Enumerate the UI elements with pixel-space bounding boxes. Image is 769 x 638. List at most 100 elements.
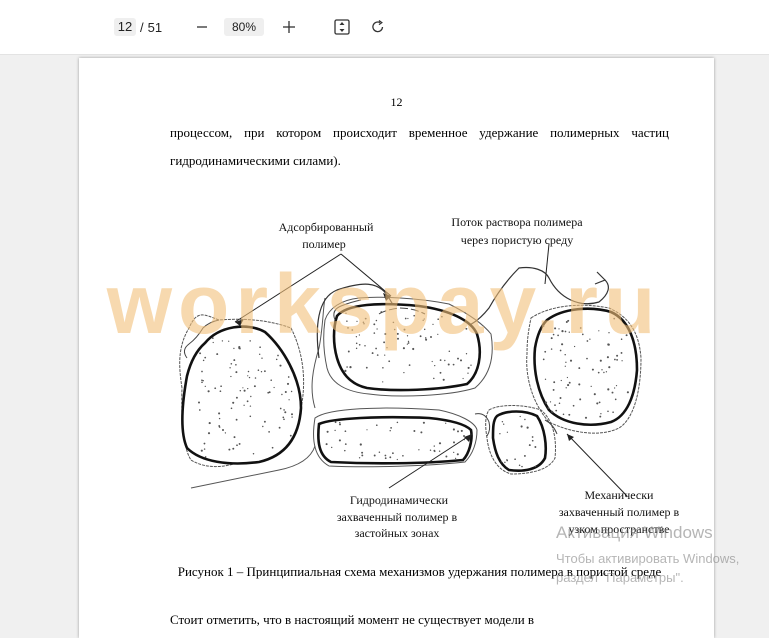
fit-page-button[interactable] [330,15,354,39]
figure-polymer-retention: Адсорбированный полимер Поток раствора п… [179,215,680,540]
grain-dot [362,321,365,324]
grain-dot [388,360,391,363]
grain-dot [202,359,205,362]
grain-dot [603,371,605,374]
grain-dot [291,416,293,418]
grain-dot [620,338,623,340]
grain-dot [441,315,443,318]
grain-dot [288,399,290,401]
grain-dot [460,429,463,432]
grain-dot [528,444,531,447]
grain-dot [344,449,346,452]
page-separator: / [140,19,144,35]
grain-dot [235,396,238,399]
grain-dot [462,377,464,380]
grain-dot [365,366,368,369]
grain-dot [434,364,436,367]
zoom-out-button[interactable] [190,15,214,39]
grain-dot [248,376,251,379]
grain-dot [243,404,245,406]
grain-dot [544,350,547,353]
grain-dot [359,443,362,446]
grain-dot [281,393,283,396]
grain-dot [616,354,619,357]
grain-dot [200,449,203,452]
grain-dot [506,459,509,462]
grain-dot [199,352,202,355]
grain-dot [565,361,567,363]
grain-dot [578,367,581,370]
grain-dot [201,370,203,373]
grain-dot [396,458,398,461]
grain-dot [422,421,425,424]
grain-dot [233,359,236,362]
grain-dot [289,434,292,437]
grain-dot [358,343,361,346]
grain-dot [392,321,395,324]
grain-dot [218,412,221,415]
grain-dot [355,342,358,345]
rotate-button[interactable] [366,15,390,39]
grain-dot [431,360,433,363]
grain-dot [551,410,554,413]
grain-dot [599,415,602,418]
grain-dot [376,354,379,356]
grain-dot [607,343,610,346]
grain-dot [404,317,407,320]
grain-dot [235,364,237,366]
grain-dot [263,420,266,423]
grain-dot [434,450,436,453]
grain-dot [290,390,293,393]
grain-dot [402,347,405,350]
grain-dot [402,454,404,457]
zoom-level[interactable]: 80% [224,18,265,36]
grain-dot [423,318,425,320]
grain-dot [564,330,567,333]
grain-dot [584,416,588,419]
grain-dot [373,332,376,334]
grain-dot [273,386,275,389]
minus-icon [197,26,207,28]
grain-dot [239,389,242,392]
grain-dot [424,337,427,339]
grain-dot [526,426,529,429]
grain-dot [326,430,329,433]
grain-dot [375,347,377,350]
grain-dot [407,340,410,343]
grain-dot [346,320,348,322]
grain-dot [608,366,611,369]
page-number-input[interactable]: 12 [114,18,136,36]
grain-dot [361,451,364,454]
grain-dot [559,397,562,399]
grain-dot [232,401,235,404]
grain-dot [504,461,506,464]
grain-dot [586,357,588,360]
grain-dot [453,451,455,454]
grain-dot [567,319,570,322]
grain-dot [230,407,233,410]
grain-dot [524,418,526,421]
grain-dot [534,465,537,468]
grain-dot [568,331,570,333]
grain-dot [382,367,384,369]
grain-dot [550,348,553,350]
grain-dot [278,426,281,429]
grain-dot [347,327,349,329]
grain-dot [355,347,358,350]
grain-dot [249,415,252,418]
grain-dot [284,390,287,394]
grain-dot [390,427,392,429]
grain-dot [521,465,523,468]
grain-dot [382,381,384,383]
grain-dot [384,457,387,460]
grain-dot [284,411,287,414]
grain-dot [233,436,236,439]
grain-dot [212,341,214,344]
grain-dot [463,435,465,437]
zoom-in-button[interactable] [277,15,301,39]
grain-dot [448,350,451,353]
grain-dot [452,363,455,366]
grain-dot [375,424,378,427]
grain-dot [442,378,445,381]
grain-dot [418,449,420,451]
